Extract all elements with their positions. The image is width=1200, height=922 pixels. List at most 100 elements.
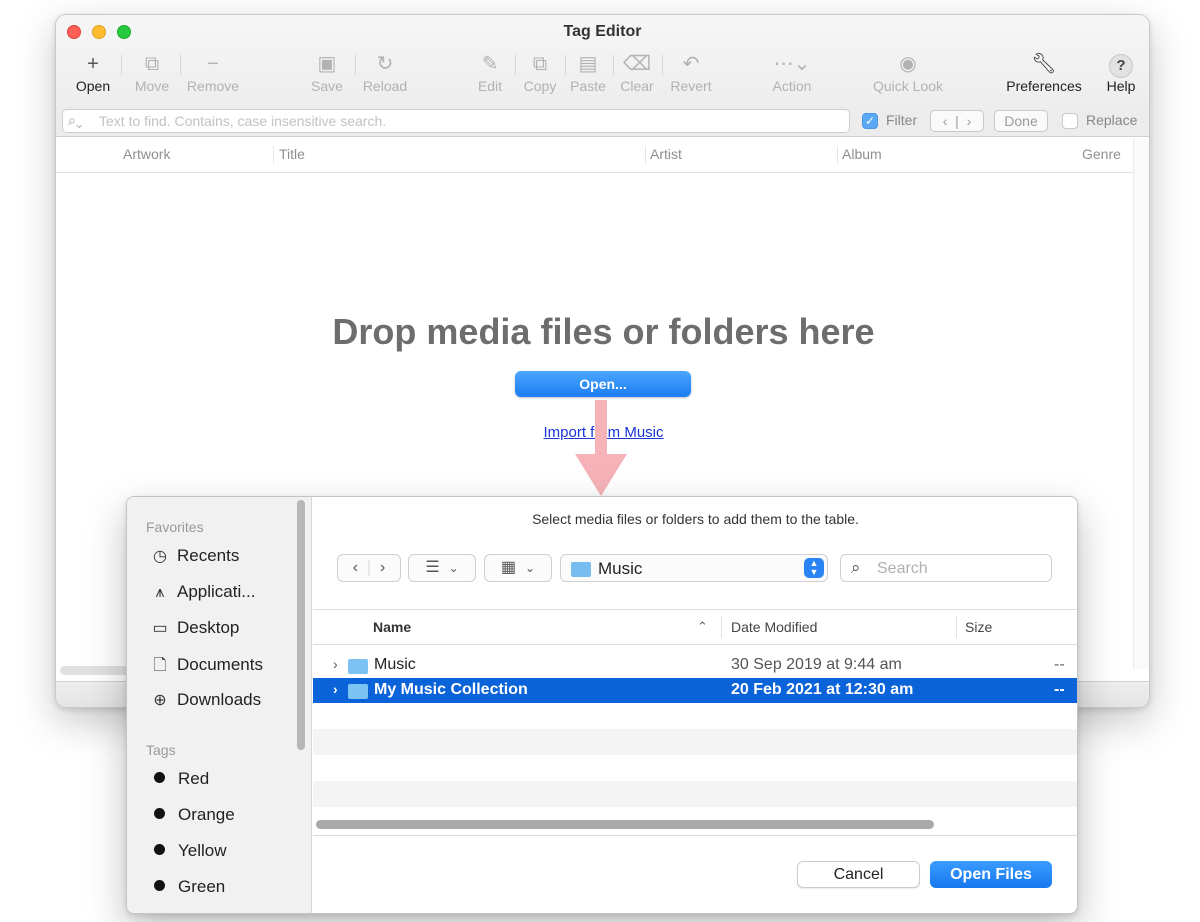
column-size[interactable]: Size [965,619,992,635]
sidebar-tag-red[interactable]: Red [149,769,209,793]
replace-checkbox[interactable] [1062,113,1078,129]
tag-dot-icon [154,808,165,819]
clear-label: Clear [620,78,654,94]
toolbar-separator [662,55,663,75]
document-icon: 🗋︎ [153,657,167,674]
column-album[interactable]: Album [842,146,882,162]
disclosure-chevron-icon[interactable]: › [333,681,338,697]
action-label: Action [772,78,812,94]
sidebar-tag-green[interactable]: Green [149,877,225,901]
group-view-button[interactable]: ▦ ⌄ [484,554,552,582]
find-input[interactable]: Text to find. Contains, case insensitive… [62,109,850,133]
filter-checkbox[interactable]: ✓ [862,113,878,129]
location-popup[interactable]: Music ▲ ▼ [560,554,828,582]
sidebar-tag-yellow[interactable]: Yellow [149,841,227,865]
copy-label: Copy [523,78,557,94]
paste-toolbar-button[interactable]: ▤ Paste [568,51,608,105]
reload-toolbar-button[interactable]: ↻ Reload [360,51,410,105]
folder-icon [571,562,591,577]
column-date-modified[interactable]: Date Modified [731,619,817,635]
cancel-button[interactable]: Cancel [797,861,920,888]
column-genre[interactable]: Genre [1082,146,1121,162]
revert-label: Revert [670,78,712,94]
move-toolbar-button[interactable]: ⧉ Move [128,51,176,105]
done-button[interactable]: Done [994,110,1048,132]
column-title[interactable]: Title [279,146,305,162]
file-list-horizontal-scrollbar[interactable] [316,820,934,829]
file-date: 30 Sep 2019 at 9:44 am [731,656,902,673]
tag-label: Green [178,877,226,896]
tag-dot-icon [154,880,165,891]
toolbar-separator [613,55,614,75]
copy-toolbar-button[interactable]: ⧉ Copy [520,51,560,105]
desktop-icon: ▭ [152,620,168,637]
clear-toolbar-button[interactable]: ⌫ Clear [617,51,657,105]
applications-icon: ⩚ [155,584,165,601]
find-bar: Text to find. Contains, case insensitive… [56,107,1149,137]
save-icon: ▣ [317,53,337,75]
column-artwork[interactable]: Artwork [123,146,170,162]
sidebar-scrollbar[interactable] [297,500,305,750]
remove-toolbar-button[interactable]: − Remove [184,51,242,105]
sidebar-item-documents[interactable]: 🗋︎ Documents [149,654,263,678]
open-toolbar-button[interactable]: + Open [71,51,115,105]
folder-icon [348,684,368,699]
download-icon: ⊕ [153,692,167,709]
quick-look-toolbar-button[interactable]: ◉ Quick Look [868,51,948,105]
tag-label: Red [178,769,210,788]
eye-icon: ◉ [899,53,917,75]
search-placeholder: Search [877,560,928,577]
folder-icon [348,659,368,674]
find-prev-next-buttons[interactable]: ‹ | › [930,110,984,132]
sidebar-item-applications[interactable]: ⩚ Applicati... [149,582,255,606]
sidebar-item-desktop[interactable]: ▭ Desktop [149,618,239,642]
help-icon: ? [1104,51,1138,78]
clock-icon: ◷ [153,548,167,565]
help-toolbar-button[interactable]: ? Help [1104,51,1138,105]
file-date: 20 Feb 2021 at 12:30 am [731,681,914,698]
sidebar-tag-orange[interactable]: Orange [149,805,235,829]
filter-label: Filter [886,112,918,128]
open-label: Open [75,78,111,94]
revert-toolbar-button[interactable]: ↶ Revert [666,51,716,105]
column-artist[interactable]: Artist [650,146,682,162]
chevron-down-icon: ⌄ [524,561,536,575]
file-row-my-music-collection[interactable]: › My Music Collection 20 Feb 2021 at 12:… [313,678,1077,703]
sort-ascending-icon: ⌃ [697,619,708,634]
table-header: Artwork Title Artist Album Genre [56,139,1134,173]
save-toolbar-button[interactable]: ▣ Save [306,51,348,105]
edit-toolbar-button[interactable]: ✎ Edit [470,51,510,105]
column-divider [837,146,838,164]
preferences-toolbar-button[interactable]: 🔧︎ Preferences [1002,51,1086,105]
disclosure-chevron-icon[interactable]: › [333,656,338,672]
search-field[interactable]: ⌕ Search [840,554,1052,582]
back-forward-buttons[interactable]: ‹ | › [337,554,401,582]
replace-label: Replace [1086,112,1138,128]
sidebar-item-downloads[interactable]: ⊕ Downloads [149,690,261,714]
plus-icon: + [87,53,99,75]
favorites-heading: Favorites [146,519,204,535]
table-vertical-scrollbar[interactable] [1133,139,1149,669]
sidebar-item-label: Desktop [177,618,240,637]
window-title: Tag Editor [563,23,642,40]
file-size: -- [1054,656,1065,673]
file-list-header: Name ⌃ Date Modified Size [313,609,1077,645]
open-file-panel: Favorites ◷ Recents ⩚ Applicati... ▭ Deskto… [126,496,1078,914]
eraser-icon: ⌫ [622,53,652,75]
action-toolbar-button[interactable]: ⋯⌄ Action [768,51,816,105]
quick-look-label: Quick Look [872,78,944,94]
minus-icon: − [207,53,219,75]
file-size: -- [1054,681,1065,698]
file-row-music[interactable]: › Music 30 Sep 2019 at 9:44 am -- [313,653,1077,678]
grid-icon: ▦ [500,559,517,576]
tags-heading: Tags [146,742,176,758]
footer-divider [313,835,1077,836]
chevron-right-icon[interactable]: › [380,559,385,576]
open-button[interactable]: Open... [515,371,691,397]
open-files-button[interactable]: Open Files [930,861,1052,888]
sidebar-item-recents[interactable]: ◷ Recents [149,546,239,570]
panel-message: Select media files or folders to add the… [532,511,859,527]
view-list-button[interactable]: ☰ ⌄ [408,554,476,582]
ellipsis-menu-icon: ⋯⌄ [773,53,811,75]
column-name[interactable]: Name [373,619,411,635]
